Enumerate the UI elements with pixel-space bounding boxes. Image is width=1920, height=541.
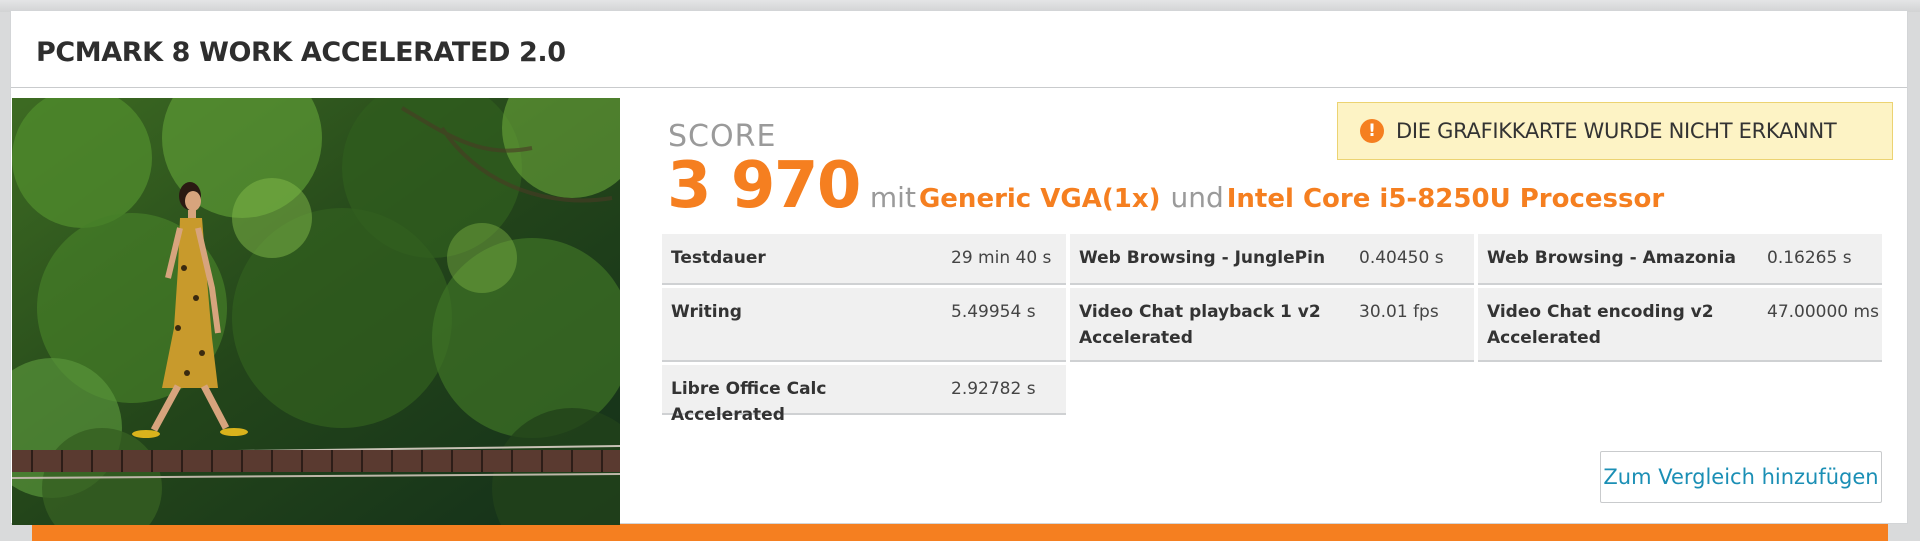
score-connector-with: mit — [869, 181, 916, 214]
benchmark-title: PCMARK 8 WORK ACCELERATED 2.0 — [36, 37, 566, 68]
benchmark-result-card: PCMARK 8 WORK ACCELERATED 2.0 SCORE 3 97… — [10, 10, 1908, 525]
result-cell-video-chat-encoding: Video Chat encoding v2 Accelerated 47.00… — [1478, 288, 1882, 362]
score-value: 3 970 — [667, 149, 861, 223]
result-name: Writing — [671, 302, 742, 322]
result-value: 0.40450 s — [1359, 248, 1444, 268]
result-value: 2.92782 s — [951, 379, 1036, 399]
gpu-name: Generic VGA(1x) — [918, 184, 1161, 214]
result-value: 0.16265 s — [1767, 248, 1852, 268]
result-name: Video Chat playback 1 v2 Accelerated — [1079, 302, 1321, 348]
score-connector-and: und — [1170, 181, 1224, 214]
card-header: PCMARK 8 WORK ACCELERATED 2.0 — [11, 11, 1907, 88]
result-value: 5.49954 s — [951, 302, 1036, 322]
result-cell-libre-office-calc: Libre Office Calc Accelerated 2.92782 s — [662, 365, 1066, 425]
result-cell-video-chat-playback: Video Chat playback 1 v2 Accelerated 30.… — [1070, 288, 1474, 362]
result-name: Web Browsing - JunglePin — [1079, 248, 1326, 268]
result-value: 29 min 40 s — [951, 248, 1052, 268]
result-cell-web-browsing-junglepin: Web Browsing - JunglePin 0.40450 s — [1070, 234, 1474, 285]
result-name: Web Browsing - Amazonia — [1487, 248, 1736, 268]
result-value: 30.01 fps — [1359, 302, 1439, 322]
add-to-comparison-button[interactable]: Zum Vergleich hinzufügen — [1600, 451, 1882, 503]
result-value: 47.00000 ms — [1767, 302, 1879, 322]
gpu-not-detected-alert: ! DIE GRAFIKKARTE WURDE NICHT ERKANNT — [1337, 102, 1893, 160]
score-line: 3 970 mit Generic VGA(1x) und Intel Core i5-… — [667, 149, 1664, 223]
cpu-name: Intel Core i5-8250U Processor — [1226, 184, 1665, 214]
result-cell-testdauer: Testdauer 29 min 40 s — [662, 234, 1066, 285]
result-cell-web-browsing-amazonia: Web Browsing - Amazonia 0.16265 s — [1478, 234, 1882, 285]
exclamation-icon: ! — [1360, 119, 1384, 143]
result-name: Testdauer — [671, 248, 766, 268]
benchmark-hero-image — [12, 98, 620, 525]
alert-text: DIE GRAFIKKARTE WURDE NICHT ERKANNT — [1396, 119, 1837, 143]
result-name: Video Chat encoding v2 Accelerated — [1487, 302, 1714, 348]
result-cell-writing: Writing 5.49954 s — [662, 288, 1066, 362]
result-name: Libre Office Calc Accelerated — [671, 379, 827, 425]
